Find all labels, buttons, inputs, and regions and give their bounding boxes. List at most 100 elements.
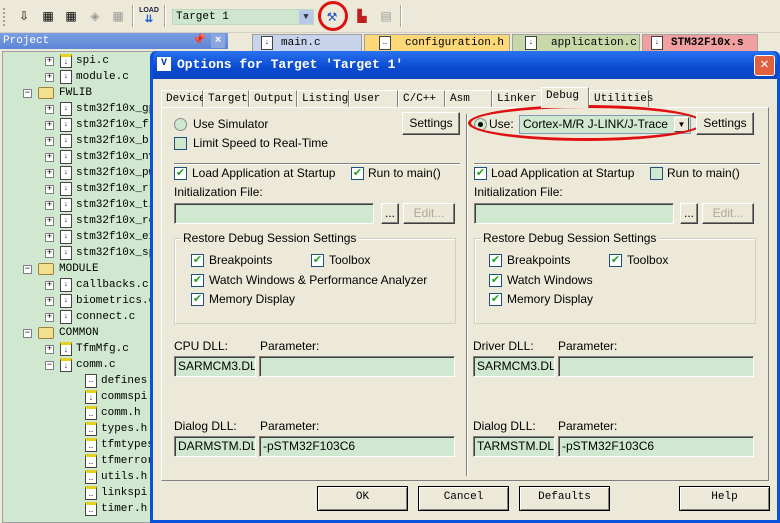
tree-item[interactable]: + ↓ connect.c	[45, 309, 135, 325]
edit-button[interactable]: Edit...	[403, 203, 455, 224]
tree-item[interactable]: + ↓ spi.c	[45, 53, 109, 69]
breakpoints-checkbox[interactable]: ✔	[191, 254, 204, 267]
init-file-input-right[interactable]	[474, 203, 674, 224]
tree-item[interactable]: + ↓ biometrics.c	[45, 293, 155, 309]
run-to-main-checkbox-right[interactable]	[650, 167, 663, 180]
tree-item[interactable]: + ↓ callbacks.c	[45, 277, 149, 293]
close-icon[interactable]: ✕	[754, 55, 775, 76]
tree-folder[interactable]: − COMMON	[23, 325, 99, 341]
translate-icon[interactable]: ▦	[38, 6, 58, 26]
watch-checkbox-right[interactable]: ✔	[489, 274, 502, 287]
toolbox-checkbox-right[interactable]: ✔	[609, 254, 622, 267]
tree-item[interactable]: … types.h	[85, 421, 147, 437]
components-icon[interactable]: ▙	[352, 6, 372, 26]
tree-item[interactable]: − ↓ comm.c	[45, 357, 116, 373]
help-button[interactable]: Help	[679, 486, 770, 511]
dialog-param-field-right[interactable]: -pSTM32F103C6	[558, 436, 754, 457]
target-select[interactable]: Target 1 ▼	[172, 9, 314, 25]
pin-icon[interactable]: 📌	[192, 34, 206, 48]
dialog-dll-field-right[interactable]: TARMSTM.DLL	[473, 436, 555, 457]
rebuild-icon[interactable]: ◈	[85, 6, 105, 26]
cpu-param-field[interactable]	[259, 356, 455, 377]
toolbar-grip[interactable]	[3, 8, 6, 26]
expand-icon[interactable]: +	[45, 152, 54, 162]
load-icon[interactable]: LOAD ⇊	[139, 6, 159, 26]
expand-icon[interactable]: +	[45, 280, 54, 290]
tab-target[interactable]: Target	[203, 90, 249, 108]
limit-speed-checkbox[interactable]	[174, 137, 187, 150]
download-icon[interactable]: ⇩	[14, 6, 34, 26]
expand-icon[interactable]: +	[45, 168, 54, 178]
defaults-button[interactable]: Defaults	[519, 486, 610, 511]
expand-icon[interactable]: +	[45, 232, 54, 242]
tree-folder[interactable]: − FWLIB	[23, 85, 92, 101]
expand-icon[interactable]: +	[45, 72, 54, 82]
breakpoints-checkbox-right[interactable]: ✔	[489, 254, 502, 267]
edit-button-right[interactable]: Edit...	[702, 203, 754, 224]
tree-item[interactable]: + ↓ module.c	[45, 69, 129, 85]
driver-dll-field[interactable]: SARMCM3.DLL	[473, 356, 555, 377]
load-app-checkbox-right[interactable]: ✔	[474, 167, 487, 180]
expand-icon[interactable]: +	[45, 248, 54, 258]
tree-item[interactable]: … comm.h	[85, 405, 141, 421]
dialog-titlebar[interactable]: V Options for Target 'Target 1' ✕	[153, 51, 777, 79]
tab-asm[interactable]: Asm	[445, 90, 492, 108]
driver-settings-button[interactable]: Settings	[696, 112, 754, 135]
tab-debug[interactable]: Debug	[541, 87, 589, 108]
simulator-settings-button[interactable]: Settings	[402, 112, 460, 135]
load-app-checkbox[interactable]: ✔	[174, 167, 187, 180]
expand-icon[interactable]: +	[45, 136, 54, 146]
chevron-down-icon[interactable]: ▼	[299, 10, 313, 24]
tree-item[interactable]: + ↓ stm32f10x_fl	[45, 117, 155, 133]
collapse-icon[interactable]: −	[23, 264, 32, 274]
tab-output[interactable]: Output	[249, 90, 297, 108]
driver-param-field[interactable]	[558, 356, 754, 377]
build-icon[interactable]: ▦	[61, 6, 81, 26]
expand-icon[interactable]: +	[45, 200, 54, 210]
stop-build-icon[interactable]: ▦	[108, 6, 128, 26]
expand-icon[interactable]: +	[45, 56, 54, 66]
file-tab-configuration[interactable]: … configuration.h	[364, 34, 510, 51]
dialog-dll-field[interactable]: DARMSTM.DLL	[174, 436, 256, 457]
watch-checkbox[interactable]: ✔	[191, 274, 204, 287]
file-tab-application[interactable]: ↓ application.c	[512, 34, 640, 51]
ok-button[interactable]: OK	[317, 486, 408, 511]
tree-folder[interactable]: − MODULE	[23, 261, 99, 277]
collapse-icon[interactable]: −	[23, 88, 32, 98]
cpu-dll-field[interactable]: SARMCM3.DLL	[174, 356, 256, 377]
tree-item[interactable]: + ↓ stm32f10x_bl	[45, 133, 155, 149]
browse-button-right[interactable]: ...	[680, 203, 698, 224]
expand-icon[interactable]: +	[45, 216, 54, 226]
tree-item[interactable]: … utils.h	[85, 469, 147, 485]
collapse-icon[interactable]: −	[45, 360, 54, 370]
tree-item[interactable]: + ↓ stm32f10x_sp	[45, 245, 155, 261]
init-file-input[interactable]	[174, 203, 374, 224]
run-to-main-checkbox[interactable]: ✔	[351, 167, 364, 180]
expand-icon[interactable]: +	[45, 296, 54, 306]
tree-item[interactable]: + ↓ stm32f10x_rc	[45, 213, 155, 229]
tree-item[interactable]: + ↓ stm32f10x_ex	[45, 229, 155, 245]
expand-icon[interactable]: +	[45, 104, 54, 114]
file-tab-main[interactable]: ↓ main.c	[252, 34, 362, 51]
tab-user[interactable]: User	[349, 90, 398, 108]
expand-icon[interactable]: +	[45, 312, 54, 322]
tree-item[interactable]: + ↓ stm32f10x_nv	[45, 149, 155, 165]
cancel-button[interactable]: Cancel	[418, 486, 509, 511]
toolbox-checkbox[interactable]: ✔	[311, 254, 324, 267]
tab-listing[interactable]: Listing	[297, 90, 349, 108]
tree-item[interactable]: + ↓ TfmMfg.c	[45, 341, 129, 357]
memory-checkbox[interactable]: ✔	[191, 293, 204, 306]
browse-button[interactable]: ...	[381, 203, 399, 224]
memory-checkbox-right[interactable]: ✔	[489, 293, 502, 306]
tab-device[interactable]: Device	[161, 90, 206, 108]
file-tab-stm32[interactable]: ↓ STM32F10x.s	[642, 34, 758, 51]
tree-item[interactable]: + ↓ stm32f10x_ti	[45, 197, 155, 213]
tab-c-cpp[interactable]: C/C++	[398, 90, 445, 108]
expand-icon[interactable]: +	[45, 184, 54, 194]
tree-item[interactable]: + ↓ stm32f10x_rt	[45, 181, 155, 197]
use-simulator-radio[interactable]	[174, 118, 187, 131]
close-icon[interactable]: ×	[211, 34, 225, 48]
collapse-icon[interactable]: −	[23, 328, 32, 338]
tree-item[interactable]: + ↓ stm32f10x_gp	[45, 101, 155, 117]
tree-item[interactable]: + ↓ stm32f10x_pw	[45, 165, 155, 181]
